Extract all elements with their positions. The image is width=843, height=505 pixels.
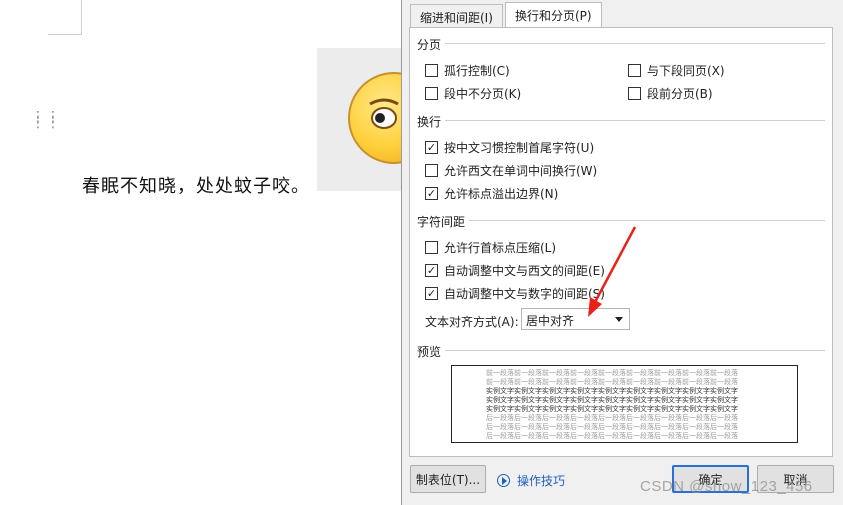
section-title-preview: 预览 [417, 345, 442, 359]
checkbox-page-break-before[interactable]: 段前分页(B) [628, 85, 713, 102]
preview-sample-line: 实例文字实例文字实例文字实例文字实例文字实例文字实例文字实例文字实例文字 [486, 396, 738, 404]
tab-line-page-break[interactable]: 换行和分页(P) [505, 2, 602, 28]
operation-tips-link[interactable]: 操作技巧 [497, 472, 565, 489]
checkbox-auto-space-digits[interactable]: ✓ 自动调整中文与数字的间距(S) [425, 285, 605, 302]
checkbox-label: 与下段同页(X) [647, 64, 725, 78]
checkbox-box[interactable] [425, 164, 438, 177]
play-circle-icon [497, 474, 510, 487]
checkbox-label: 允许西文在单词中间换行(W) [444, 164, 598, 178]
checkbox-hanging-punctuation[interactable]: ✓ 允许标点溢出边界(N) [425, 185, 558, 202]
checkbox-box[interactable] [628, 64, 641, 77]
watermark-text: CSDN @show_123_456 [640, 478, 813, 495]
checkbox-label: 允许行首标点压缩(L) [444, 241, 557, 255]
document-text[interactable]: 春眠不知晓，处处蚊子咬。 [82, 172, 310, 198]
operation-tips-label: 操作技巧 [517, 474, 566, 488]
checkbox-break-latin-words[interactable]: 允许西文在单词中间换行(W) [425, 162, 597, 179]
checkbox-auto-space-latin[interactable]: ✓ 自动调整中文与西文的间距(E) [425, 262, 605, 279]
checkbox-box[interactable] [425, 64, 438, 77]
checkbox-chinese-line-rules[interactable]: ✓ 按中文习惯控制首尾字符(U) [425, 139, 594, 156]
checkbox-box[interactable]: ✓ [425, 264, 438, 277]
section-divider [445, 120, 825, 121]
text-align-value: 居中对齐 [526, 314, 575, 328]
section-divider [445, 350, 825, 351]
checkbox-keep-lines-together[interactable]: 段中不分页(K) [425, 85, 521, 102]
checkbox-label: 允许标点溢出边界(N) [444, 187, 559, 201]
text-align-label: 文本对齐方式(A): [425, 315, 519, 329]
section-title-char-spacing: 字符间距 [417, 215, 466, 229]
preview-next-line: 后一段落后一段落后一段落后一段落后一段落后一段落后一段落后一段落后一段落 [486, 423, 738, 431]
preview-prev-line: 前一段落前一段落前一段落前一段落前一段落前一段落前一段落前一段落前一段落 [486, 369, 738, 377]
checkbox-label: 按中文习惯控制首尾字符(U) [444, 141, 595, 155]
checkbox-box[interactable]: ✓ [425, 187, 438, 200]
preview-prev-line: 前一段落前一段落前一段落前一段落前一段落前一段落前一段落前一段落前一段落 [486, 378, 738, 386]
preview-sample-line: 实例文字实例文字实例文字实例文字实例文字实例文字实例文字实例文字实例文字 [486, 405, 738, 413]
checkbox-box[interactable]: ✓ [425, 141, 438, 154]
tab-indent-spacing[interactable]: 缩进和间距(I) [410, 4, 503, 28]
section-divider [469, 220, 825, 221]
checkbox-box[interactable] [425, 241, 438, 254]
checkbox-box[interactable]: ✓ [425, 287, 438, 300]
page-corner-mark [48, 0, 82, 35]
checkbox-box[interactable] [628, 87, 641, 100]
preview-next-line: 后一段落后一段落后一段落后一段落后一段落后一段落后一段落后一段落后一段落 [486, 432, 738, 440]
preview-next-line: 后一段落后一段落后一段落后一段落后一段落后一段落后一段落后一段落后一段落 [486, 414, 738, 422]
checkbox-compress-punctuation[interactable]: 允许行首标点压缩(L) [425, 239, 556, 256]
checkbox-label: 孤行控制(C) [444, 64, 510, 78]
drag-handle-icon[interactable]: ⋮⋮ ⋮⋮ [31, 110, 61, 130]
section-title-line-break: 换行 [417, 115, 442, 129]
section-divider [445, 43, 825, 44]
preview-sample-line: 实例文字实例文字实例文字实例文字实例文字实例文字实例文字实例文字实例文字 [486, 387, 738, 395]
checkbox-keep-with-next[interactable]: 与下段同页(X) [628, 62, 725, 79]
annotation-arrow-icon [588, 226, 637, 317]
tab-stops-button[interactable]: 制表位(T)... [410, 465, 486, 493]
checkbox-box[interactable] [425, 87, 438, 100]
checkbox-widow-control[interactable]: 孤行控制(C) [425, 62, 510, 79]
checkbox-label: 段前分页(B) [647, 87, 713, 101]
preview-box: 前一段落前一段落前一段落前一段落前一段落前一段落前一段落前一段落前一段落 前一段… [451, 365, 798, 443]
section-title-pagination: 分页 [417, 38, 442, 52]
checkbox-label: 段中不分页(K) [444, 87, 522, 101]
